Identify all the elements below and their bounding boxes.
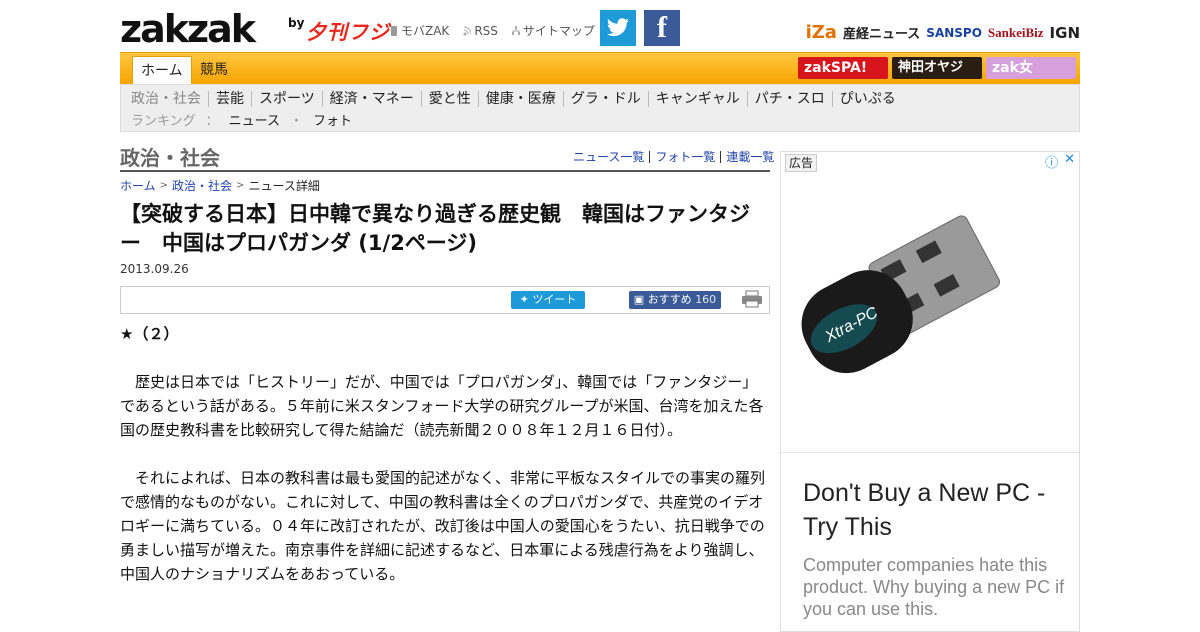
tab-home[interactable]: ホーム bbox=[132, 56, 192, 85]
facebook-icon: f bbox=[657, 11, 667, 44]
sitemap-icon bbox=[511, 25, 520, 35]
top-links: モバZAK RSS サイトマップ bbox=[390, 22, 595, 39]
category-people[interactable]: ぴいぷる bbox=[831, 91, 903, 107]
category-gravure[interactable]: グラ・ドル bbox=[562, 91, 648, 107]
sankei-news-logo[interactable]: 産経ニュース bbox=[843, 23, 920, 42]
close-icon[interactable]: ✕ bbox=[1064, 152, 1075, 171]
ranking-photo-link[interactable]: フォト bbox=[313, 110, 352, 129]
twitter-button[interactable] bbox=[600, 10, 636, 46]
breadcrumb: ホーム > 政治・社会 > ニュース詳細 bbox=[120, 177, 320, 194]
zak-onna-button[interactable]: zak女 bbox=[986, 57, 1076, 79]
category-politics[interactable]: 政治・社会 bbox=[131, 91, 208, 107]
facebook-small-icon: ▣ bbox=[633, 293, 648, 306]
recommend-label: おすすめ bbox=[647, 293, 692, 306]
article-paragraph: それによれば、日本の教科書は最も愛国的記述がなく、非常に平板なスタイルでの事実の… bbox=[120, 469, 766, 583]
sankeibiz-logo[interactable]: SankeiBiz bbox=[988, 25, 1044, 41]
section-divider bbox=[120, 170, 770, 172]
twitter-icon bbox=[607, 18, 629, 37]
breadcrumb-politics[interactable]: 政治・社会 bbox=[172, 177, 232, 194]
rss-link[interactable]: RSS bbox=[463, 22, 498, 39]
share-bar: ✦ ツイート ▣ おすすめ 160 bbox=[120, 286, 770, 314]
main-nav: ホーム 競馬 zakSPA! 神田オヤジ zak女 bbox=[120, 52, 1080, 85]
article-paragraph: ★（２） bbox=[120, 325, 179, 343]
nav-right-buttons: zakSPA! 神田オヤジ zak女 bbox=[798, 57, 1076, 79]
category-economy[interactable]: 経済・マネー bbox=[321, 91, 421, 107]
rss-label: RSS bbox=[474, 23, 498, 38]
category-pachi-slot[interactable]: パチ・スロ bbox=[746, 91, 832, 107]
recommend-button[interactable]: ▣ おすすめ 160 bbox=[629, 291, 721, 309]
kanda-oyaji-button[interactable]: 神田オヤジ bbox=[892, 57, 982, 79]
ad-title[interactable]: Don't Buy a New PC - Try This bbox=[803, 476, 1063, 544]
ign-logo[interactable]: IGN bbox=[1050, 24, 1080, 42]
advertisement[interactable]: 広告 ⓘ ✕ Xtra-PC Don't Buy a New PC - Try … bbox=[780, 151, 1080, 632]
iza-logo[interactable]: iZa bbox=[806, 22, 837, 43]
ranking-news-link[interactable]: ニュース bbox=[229, 110, 280, 129]
mobile-icon bbox=[391, 25, 397, 36]
ad-controls: ⓘ ✕ bbox=[1045, 152, 1075, 171]
breadcrumb-current: ニュース詳細 bbox=[248, 179, 320, 193]
facebook-button[interactable]: f bbox=[644, 10, 680, 46]
ad-info-icon[interactable]: ⓘ bbox=[1045, 152, 1058, 171]
article-headline: 【突破する日本】日中韓で異なり過ぎる歴史観 韓国はファンタジー 中国はプロパガン… bbox=[120, 202, 750, 255]
partner-logos: iZa 産経ニュース SANSPO SankeiBiz IGN bbox=[806, 22, 1080, 43]
ranking-dot: ・ bbox=[290, 114, 304, 129]
site-header: zakzak by 夕刊フジ モバZAK RSS サイトマップ f iZa 産経… bbox=[120, 8, 1080, 50]
category-entertainment[interactable]: 芸能 bbox=[208, 91, 251, 107]
zakzak-logo[interactable]: zakzak bbox=[120, 10, 256, 48]
ranking-label: ランキング bbox=[131, 114, 196, 129]
ranking-row: ランキング ： ニュース ・ フォト bbox=[131, 110, 352, 129]
breadcrumb-home[interactable]: ホーム bbox=[120, 177, 156, 194]
category-campaign-girl[interactable]: キャンギャル bbox=[647, 91, 747, 107]
ad-text: Computer companies hate this product. Wh… bbox=[803, 555, 1065, 619]
sitemap-label: サイトマップ bbox=[522, 24, 595, 38]
mobile-zak-link[interactable]: モバZAK bbox=[390, 22, 449, 39]
category-sports[interactable]: スポーツ bbox=[251, 91, 322, 107]
article-date: 2013.09.26 bbox=[120, 262, 189, 276]
recommend-count: 160 bbox=[695, 293, 717, 306]
logo-by-text: by bbox=[288, 16, 305, 30]
mobile-zak-label: モバZAK bbox=[401, 24, 450, 38]
zak-spa-button[interactable]: zakSPA! bbox=[798, 57, 888, 79]
category-health[interactable]: 健康・医療 bbox=[477, 91, 563, 107]
twitter-bird-icon: ✦ bbox=[519, 293, 533, 306]
chevron-right-icon: > bbox=[159, 180, 169, 191]
category-love[interactable]: 愛と性 bbox=[420, 91, 478, 107]
yukan-fuji-logo[interactable]: 夕刊フジ bbox=[306, 16, 390, 45]
ad-divider bbox=[781, 452, 1079, 453]
sanspo-logo[interactable]: SANSPO bbox=[926, 26, 982, 40]
category-subnav: 政治・社会 芸能 スポーツ 経済・マネー 愛と性 健康・医療 グラ・ドル キャン… bbox=[120, 84, 1080, 132]
tweet-label: ツイート bbox=[532, 293, 577, 306]
tweet-button[interactable]: ✦ ツイート bbox=[511, 291, 585, 309]
photo-list-link[interactable]: フォト一覧 bbox=[649, 151, 720, 163]
news-list-link[interactable]: ニュース一覧 bbox=[568, 151, 649, 163]
usb-drive-image[interactable]: Xtra-PC bbox=[781, 172, 1079, 452]
section-links: ニュース一覧 フォト一覧 連載一覧 bbox=[568, 151, 779, 163]
chevron-right-icon: > bbox=[236, 180, 245, 191]
category-list: 政治・社会 芸能 スポーツ 経済・マネー 愛と性 健康・医療 グラ・ドル キャン… bbox=[131, 91, 903, 107]
sitemap-link[interactable]: サイトマップ bbox=[511, 22, 595, 39]
article-body: ★（２） 歴史は日本では「ヒストリー」だが、中国では「プロパガンダ」、韓国では「… bbox=[120, 322, 770, 610]
tab-keiba[interactable]: 競馬 bbox=[192, 56, 236, 84]
printer-icon[interactable] bbox=[741, 290, 763, 308]
ad-label: 広告 bbox=[785, 154, 818, 172]
article-paragraph: 歴史は日本では「ヒストリー」だが、中国では「プロパガンダ」、韓国では「ファンタジ… bbox=[120, 373, 764, 439]
section-title: 政治・社会 bbox=[120, 146, 220, 170]
rss-icon bbox=[463, 26, 472, 35]
ranking-sep: ： bbox=[205, 114, 219, 129]
series-list-link[interactable]: 連載一覧 bbox=[720, 151, 779, 163]
